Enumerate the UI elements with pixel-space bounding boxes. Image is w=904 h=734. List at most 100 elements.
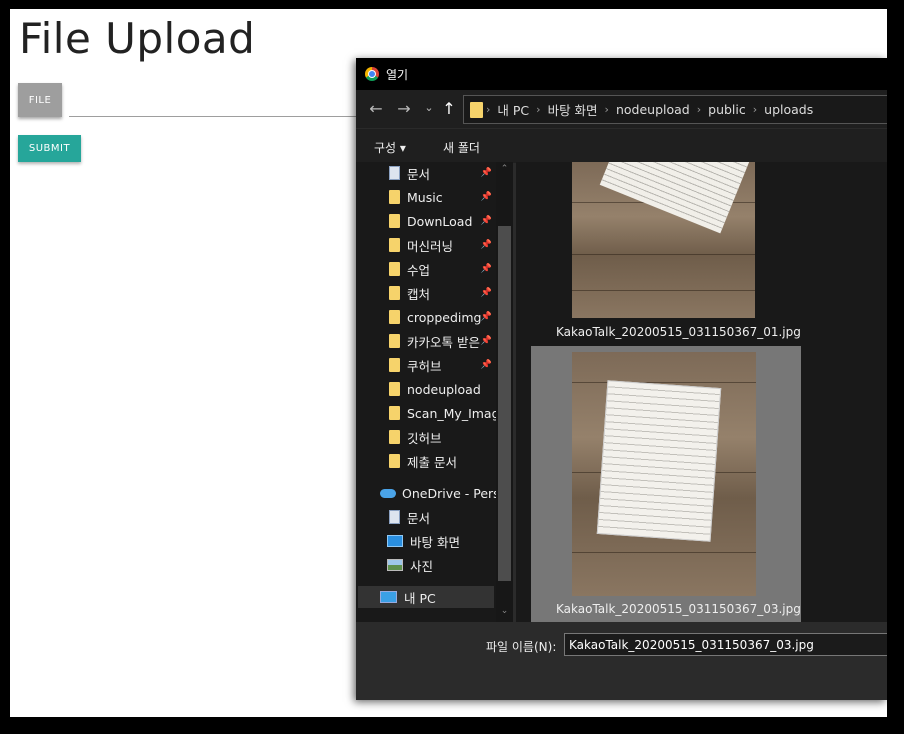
- sidebar-item[interactable]: Scan_My_Image: [389, 402, 496, 424]
- chevron-right-icon: ›: [752, 103, 758, 116]
- sidebar-item-label: DownLoad: [407, 213, 473, 229]
- up-arrow-icon[interactable]: ↑: [439, 99, 459, 118]
- sidebar-item[interactable]: croppedimg 📌: [389, 306, 496, 328]
- chevron-right-icon: ›: [536, 103, 541, 116]
- folder-icon: [389, 214, 400, 228]
- organize-button[interactable]: 구성 ▾: [374, 139, 406, 156]
- folder-icon: [389, 334, 400, 348]
- folder-icon: [389, 262, 400, 276]
- breadcrumb-item[interactable]: uploads: [764, 102, 813, 117]
- back-arrow-icon[interactable]: ←: [366, 99, 386, 118]
- sidebar-scrollbar-thumb[interactable]: [498, 226, 511, 581]
- breadcrumb-item[interactable]: public: [708, 102, 746, 117]
- pin-icon: 📌: [480, 336, 492, 346]
- chrome-icon: [365, 67, 379, 81]
- pictures-icon: [387, 559, 403, 571]
- forward-arrow-icon[interactable]: →: [394, 99, 414, 118]
- dialog-titlebar: 열기: [356, 58, 887, 90]
- folder-icon: [389, 286, 400, 300]
- sidebar-item-label: OneDrive - Person: [402, 485, 496, 501]
- cloud-icon: [380, 488, 396, 498]
- pin-icon: 📌: [480, 288, 492, 298]
- scroll-down-icon[interactable]: ⌄: [498, 606, 511, 616]
- folder-icon: [389, 430, 400, 444]
- chevron-right-icon: ›: [604, 103, 609, 116]
- sidebar-item-label: croppedimg: [407, 309, 482, 325]
- sidebar-item[interactable]: 문서: [389, 506, 496, 528]
- sidebar-item[interactable]: 사진: [387, 554, 496, 576]
- sidebar-item-label: 내 PC: [404, 590, 436, 606]
- scroll-up-icon[interactable]: ⌃: [498, 164, 511, 174]
- pin-icon: 📌: [480, 216, 492, 226]
- file-name[interactable]: KakaoTalk_20200515_031150367_01.jpg: [556, 325, 801, 339]
- page-title: File Upload: [19, 14, 256, 63]
- breadcrumb-item[interactable]: 내 PC: [497, 100, 529, 119]
- sidebar-item[interactable]: 캡처 📌: [389, 282, 496, 304]
- sidebar-item-label: 수업: [407, 262, 431, 278]
- chevron-right-icon: ›: [486, 103, 491, 116]
- sidebar-item-label: 제출 문서: [407, 454, 457, 470]
- new-folder-button[interactable]: 새 폴더: [443, 139, 480, 156]
- folder-icon: [389, 310, 400, 324]
- sidebar-item[interactable]: DownLoad 📌: [389, 210, 496, 232]
- folder-icon: [389, 358, 400, 372]
- filename-label: 파일 이름(N):: [486, 640, 557, 654]
- folder-icon: [389, 238, 400, 252]
- command-bar: 구성 ▾ 새 폴더: [356, 128, 887, 163]
- filename-input[interactable]: [564, 633, 887, 656]
- folder-icon: [389, 454, 400, 468]
- dialog-title: 열기: [386, 67, 409, 82]
- sidebar-item[interactable]: 제출 문서: [389, 450, 496, 472]
- file-open-dialog: 열기 ← → ⌄ ↑ › 내 PC › 바탕 화면 › nodeupload ›…: [356, 58, 887, 700]
- desktop-icon: [387, 535, 403, 547]
- pin-icon: 📌: [480, 240, 492, 250]
- file-button[interactable]: FILE: [18, 83, 62, 117]
- sidebar-item[interactable]: 문서 📌: [389, 162, 496, 184]
- recent-locations-icon[interactable]: ⌄: [419, 101, 439, 114]
- file-list: KakaoTalk_20200515_031150367_01.jpg Kaka…: [516, 162, 887, 622]
- sidebar-item[interactable]: 바탕 화면: [387, 530, 496, 552]
- sidebar-item-label: 카카오톡 받은: [407, 334, 480, 350]
- sidebar-item-label: 캡처: [407, 286, 431, 302]
- navigation-pane: 문서 📌 Music 📌 DownLoad 📌 머신러닝 📌 수업 📌 캡처 📌: [356, 162, 513, 622]
- folder-icon: [389, 190, 400, 204]
- file-thumbnail[interactable]: [572, 162, 755, 318]
- sidebar-item[interactable]: 수업 📌: [389, 258, 496, 280]
- file-thumbnail[interactable]: [572, 352, 756, 596]
- sidebar-item-label: 머신러닝: [407, 238, 454, 254]
- pin-icon: 📌: [480, 312, 492, 322]
- breadcrumb-item[interactable]: 바탕 화면: [548, 100, 598, 119]
- sidebar-item-label: 깃허브: [407, 430, 442, 446]
- folder-icon: [470, 101, 483, 118]
- sidebar-item[interactable]: 머신러닝 📌: [389, 234, 496, 256]
- breadcrumb-item[interactable]: nodeupload: [616, 102, 690, 117]
- sidebar-item[interactable]: 쿠허브 📌: [389, 354, 496, 376]
- chevron-right-icon: ›: [696, 103, 702, 116]
- file-name[interactable]: KakaoTalk_20200515_031150367_03.jpg: [556, 602, 801, 616]
- pin-icon: 📌: [480, 192, 492, 202]
- sidebar-item-label: 문서: [407, 510, 431, 526]
- sidebar-item-label: 문서: [407, 166, 431, 182]
- sidebar-item-label: nodeupload: [407, 381, 481, 397]
- folder-icon: [389, 382, 400, 396]
- pc-icon: [380, 591, 397, 603]
- submit-button[interactable]: SUBMIT: [18, 135, 81, 162]
- pin-icon: 📌: [480, 168, 492, 178]
- dialog-navbar: ← → ⌄ ↑ › 내 PC › 바탕 화면 › nodeupload › pu…: [356, 90, 887, 128]
- sidebar-item[interactable]: Music 📌: [389, 186, 496, 208]
- sidebar-item[interactable]: 카카오톡 받은 📌: [389, 330, 496, 352]
- sidebar-item-label: 사진: [410, 558, 434, 574]
- sidebar-item[interactable]: OneDrive - Person: [380, 482, 496, 504]
- sidebar-item-label: 쿠허브: [407, 358, 442, 374]
- document-icon: [389, 166, 400, 180]
- sidebar-item[interactable]: 깃허브: [389, 426, 496, 448]
- sidebar-item-label: Scan_My_Image: [407, 405, 496, 421]
- folder-icon: [389, 406, 400, 420]
- sidebar-item-label: 바탕 화면: [410, 534, 460, 550]
- pin-icon: 📌: [480, 264, 492, 274]
- sidebar-item[interactable]: 내 PC: [358, 586, 494, 608]
- sidebar-item[interactable]: nodeupload: [389, 378, 496, 400]
- file-path-input[interactable]: [69, 116, 369, 117]
- paper-image: [599, 162, 751, 234]
- address-bar[interactable]: › 내 PC › 바탕 화면 › nodeupload › public › u…: [463, 95, 887, 124]
